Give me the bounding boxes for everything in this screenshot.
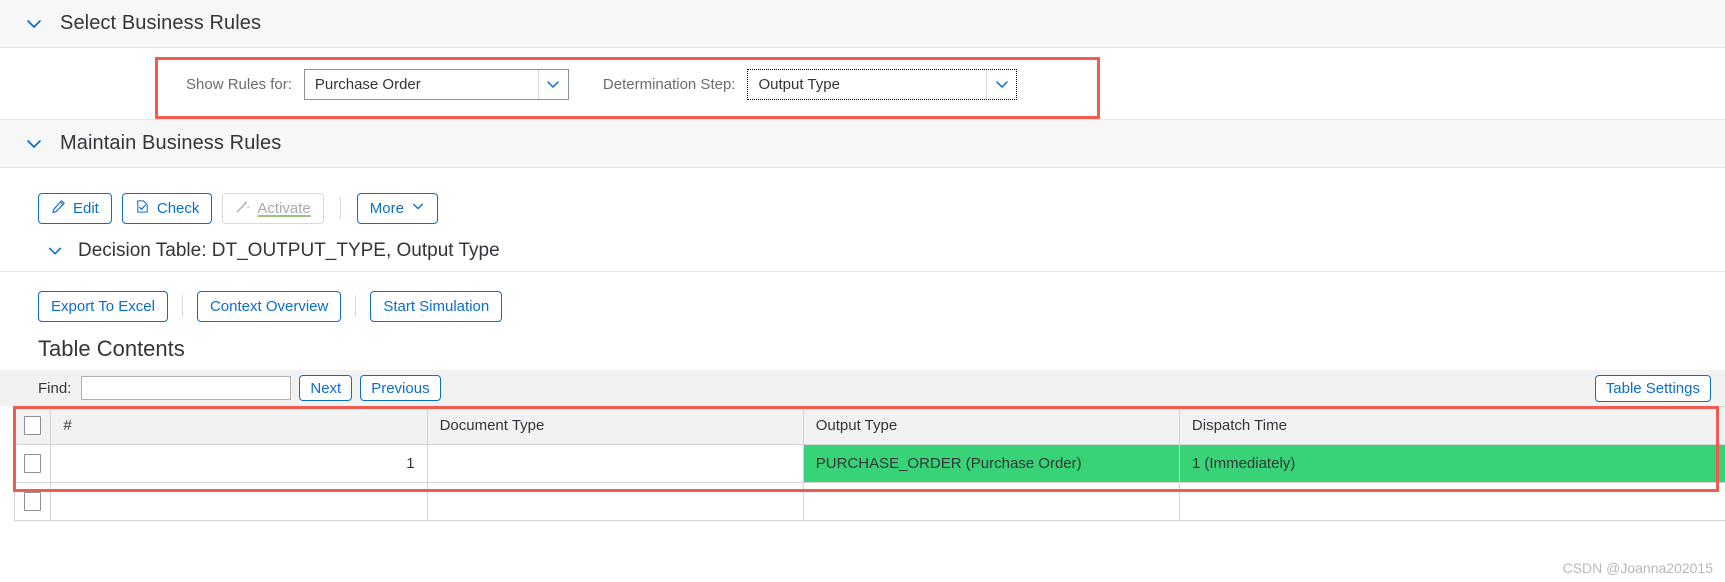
cell-document-type[interactable]: [426, 482, 804, 521]
determination-step-value: Output Type: [758, 75, 840, 93]
row-checkbox[interactable]: [24, 454, 42, 473]
cell-dispatch-time[interactable]: 1 (Immediately): [1178, 444, 1725, 483]
chevron-down-icon[interactable]: [24, 14, 44, 34]
column-header-dispatch-time[interactable]: Dispatch Time: [1178, 406, 1725, 445]
section-title-maintain-business-rules: Maintain Business Rules: [60, 132, 282, 154]
cell-output-type[interactable]: [802, 482, 1180, 521]
cell-number[interactable]: 1: [50, 444, 428, 483]
find-bar: Find: Next Previous Table Settings: [0, 370, 1725, 406]
chevron-down-icon[interactable]: [986, 69, 1016, 99]
row-select-cell[interactable]: [13, 482, 52, 521]
row-select-cell[interactable]: [13, 444, 52, 483]
show-rules-for-value: Purchase Order: [314, 75, 421, 93]
section-header-maintain-business-rules[interactable]: Maintain Business Rules: [0, 120, 1725, 168]
label-show-rules-for: Show Rules for:: [186, 75, 292, 93]
find-previous-button[interactable]: Previous: [360, 375, 441, 401]
label-determination-step: Determination Step:: [602, 75, 736, 93]
table-settings-button[interactable]: Table Settings: [1594, 375, 1711, 402]
row-checkbox[interactable]: [24, 492, 42, 511]
table-header-row: # Document Type Output Type Dispatch Tim…: [13, 406, 1725, 445]
cell-output-type[interactable]: PURCHASE_ORDER (Purchase Order): [802, 444, 1180, 483]
activate-button-label: Activate: [257, 199, 311, 217]
column-header-document-type[interactable]: Document Type: [426, 406, 804, 445]
validate-icon: [135, 199, 150, 218]
edit-button-label: Edit: [73, 199, 99, 217]
table-row[interactable]: [13, 482, 1725, 521]
column-header-number[interactable]: #: [50, 406, 428, 445]
watermark-text: CSDN @Joanna202015: [1562, 560, 1713, 576]
more-button-label: More: [369, 199, 404, 217]
start-simulation-button[interactable]: Start Simulation: [370, 290, 503, 322]
select-all-cell[interactable]: [13, 406, 52, 445]
table-row[interactable]: 1 PURCHASE_ORDER (Purchase Order) 1 (Imm…: [13, 444, 1725, 483]
section-header-select-business-rules[interactable]: Select Business Rules: [0, 0, 1725, 48]
check-button-label: Check: [156, 199, 200, 217]
cell-document-type[interactable]: [426, 444, 804, 483]
more-button[interactable]: More: [356, 192, 438, 224]
action-separator: [355, 295, 357, 317]
chevron-down-icon[interactable]: [46, 242, 64, 260]
section-header-decision-table[interactable]: Decision Table: DT_OUTPUT_TYPE, Output T…: [0, 230, 1725, 272]
select-all-checkbox[interactable]: [24, 416, 42, 435]
filter-panel: Show Rules for: Purchase Order Determina…: [0, 48, 1725, 120]
export-to-excel-button[interactable]: Export To Excel: [38, 290, 168, 322]
table-contents-title: Table Contents: [38, 336, 185, 361]
chevron-down-icon[interactable]: [24, 134, 44, 154]
chevron-down-icon[interactable]: [537, 69, 568, 99]
column-header-output-type[interactable]: Output Type: [802, 406, 1180, 445]
check-button[interactable]: Check: [121, 192, 213, 224]
toolbar-separator: [339, 197, 341, 219]
decision-table-actions: Export To Excel Context Overview Start S…: [0, 272, 1725, 326]
rules-toolbar: Edit Check Activate More: [0, 168, 1725, 230]
show-rules-for-dropdown[interactable]: Purchase Order: [303, 68, 569, 100]
edit-button[interactable]: Edit: [38, 192, 112, 224]
context-overview-button[interactable]: Context Overview: [196, 290, 342, 322]
activate-button[interactable]: Activate: [222, 192, 324, 224]
find-next-button[interactable]: Next: [299, 375, 353, 401]
chevron-down-icon: [411, 199, 425, 217]
decision-table-grid: # Document Type Output Type Dispatch Tim…: [13, 406, 1725, 521]
cell-number[interactable]: [50, 482, 428, 521]
find-label: Find:: [38, 379, 72, 397]
magic-wand-icon: [235, 199, 250, 218]
section-title-select-business-rules: Select Business Rules: [60, 12, 262, 34]
cell-dispatch-time[interactable]: [1178, 482, 1725, 521]
section-title-decision-table: Decision Table: DT_OUTPUT_TYPE, Output T…: [78, 239, 500, 261]
determination-step-dropdown[interactable]: Output Type: [747, 68, 1018, 100]
decision-table-zone: # Document Type Output Type Dispatch Tim…: [0, 406, 1725, 521]
find-input[interactable]: [81, 376, 292, 400]
action-separator: [181, 295, 183, 317]
pencil-icon: [51, 199, 66, 218]
